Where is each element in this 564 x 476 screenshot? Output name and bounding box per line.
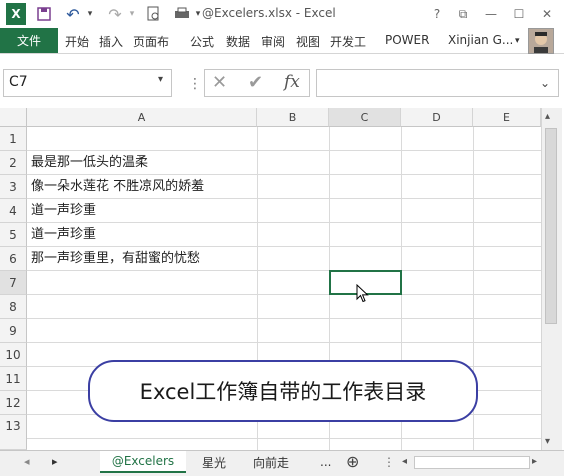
grid-line [27, 342, 541, 343]
undo-icon[interactable]: ↶ [62, 4, 84, 24]
ribbon-display-button[interactable]: ⧉ [452, 5, 474, 23]
column-header-d[interactable]: D [401, 108, 473, 127]
redo-dropdown-icon: ▾ [129, 9, 135, 19]
column-header-c[interactable]: C [329, 108, 401, 127]
maximize-button[interactable]: ☐ [508, 5, 530, 23]
name-box-value: C7 [9, 74, 28, 90]
row-header-9[interactable]: 9 [0, 319, 27, 343]
excel-logo-icon: X [6, 3, 26, 25]
row-header-5[interactable]: 5 [0, 223, 27, 247]
avatar[interactable] [528, 28, 554, 54]
scroll-right-icon[interactable]: ▸ [532, 456, 537, 467]
user-menu-chevron-icon[interactable]: ▾ [515, 36, 520, 46]
horizontal-scrollbar[interactable] [414, 456, 530, 469]
print-preview-icon[interactable] [144, 4, 164, 24]
tab-home[interactable]: 开始 [65, 33, 89, 50]
cancel-icon[interactable]: ✕ [212, 72, 227, 93]
insert-function-icon[interactable]: fx [284, 72, 300, 92]
cell-a3[interactable]: 像一朵水莲花 不胜凉风的娇羞 [31, 175, 204, 199]
more-sheets-button[interactable]: ... [320, 455, 331, 469]
tab-split-handle-icon[interactable]: ⋮ [383, 455, 395, 469]
mouse-pointer-icon [356, 283, 370, 307]
row-header-12[interactable]: 12 [0, 391, 27, 415]
callout-text: Excel工作簿自带的工作表目录 [139, 380, 427, 404]
tab-page-layout[interactable]: 页面布 [133, 33, 169, 50]
row-header-8[interactable]: 8 [0, 295, 27, 319]
cell-a4[interactable]: 道一声珍重 [31, 199, 96, 223]
column-header-b[interactable]: B [257, 108, 329, 127]
minimize-button[interactable]: — [480, 5, 502, 23]
grid-line [27, 222, 541, 223]
column-header-e[interactable]: E [473, 108, 541, 127]
undo-dropdown-icon[interactable]: ▾ [84, 4, 96, 24]
row-header-1[interactable]: 1 [0, 127, 27, 151]
close-button[interactable]: ✕ [536, 5, 558, 23]
expand-formula-bar-icon[interactable]: ⌄ [540, 76, 550, 90]
tab-formulas[interactable]: 公式 [190, 33, 214, 50]
name-box[interactable] [3, 69, 172, 97]
tab-developer[interactable]: 开发工 [330, 33, 366, 50]
sheet-tab-forward[interactable]: 向前走 [242, 451, 300, 473]
row-header-4[interactable]: 4 [0, 199, 27, 223]
grid-line [27, 438, 541, 439]
redo-icon: ↷ [108, 4, 122, 24]
scroll-up-icon[interactable]: ▴ [545, 111, 550, 122]
window-title: @Excelers.xlsx - Excel [202, 6, 336, 20]
name-box-dropdown-icon[interactable]: ▾ [158, 74, 163, 85]
scroll-down-icon[interactable]: ▾ [545, 436, 550, 447]
user-name[interactable]: Xinjian G... [448, 33, 513, 47]
enter-icon[interactable]: ✔ [248, 72, 263, 93]
row-header-2[interactable]: 2 [0, 151, 27, 175]
row-header-10[interactable]: 10 [0, 343, 27, 367]
grid-line [27, 294, 541, 295]
row-header-13[interactable]: 13 [0, 415, 27, 450]
tab-review[interactable]: 审阅 [261, 33, 285, 50]
add-sheet-icon[interactable]: ⊕ [346, 452, 359, 471]
row-header-6[interactable]: 6 [0, 247, 27, 271]
sheet-nav-next-icon[interactable]: ▸ [52, 455, 58, 468]
sheet-tab-starlight[interactable]: 星光 [192, 451, 236, 473]
print-icon[interactable] [172, 4, 192, 24]
row-header-11[interactable]: 11 [0, 367, 27, 391]
tab-file[interactable]: 文件 [0, 28, 58, 53]
annotation-callout: Excel工作簿自带的工作表目录 [88, 360, 478, 422]
select-all-corner[interactable] [0, 108, 27, 127]
tab-data[interactable]: 数据 [226, 33, 250, 50]
cell-a5[interactable]: 道一声珍重 [31, 223, 96, 247]
cell-a2[interactable]: 最是那一低头的温柔 [31, 151, 148, 175]
sheet-nav-prev-icon[interactable]: ◂ [24, 455, 30, 468]
grid-line [27, 318, 541, 319]
scroll-left-icon[interactable]: ◂ [402, 456, 407, 467]
tab-power[interactable]: POWER [385, 33, 429, 47]
row-header-7[interactable]: 7 [0, 271, 27, 295]
save-icon[interactable] [34, 4, 54, 24]
tab-view[interactable]: 视图 [296, 33, 320, 50]
formula-separator-icon[interactable]: ⋮ [188, 76, 202, 92]
column-header-a[interactable]: A [27, 108, 257, 127]
tab-insert[interactable]: 插入 [99, 33, 123, 50]
cell-a6[interactable]: 那一声珍重里，有甜蜜的忧愁 [31, 247, 200, 271]
vertical-scroll-thumb[interactable] [545, 128, 557, 324]
row-header-3[interactable]: 3 [0, 175, 27, 199]
help-button[interactable]: ? [426, 5, 448, 23]
sheet-tab-excelers[interactable]: @Excelers [100, 451, 186, 473]
formula-input[interactable] [316, 69, 559, 97]
